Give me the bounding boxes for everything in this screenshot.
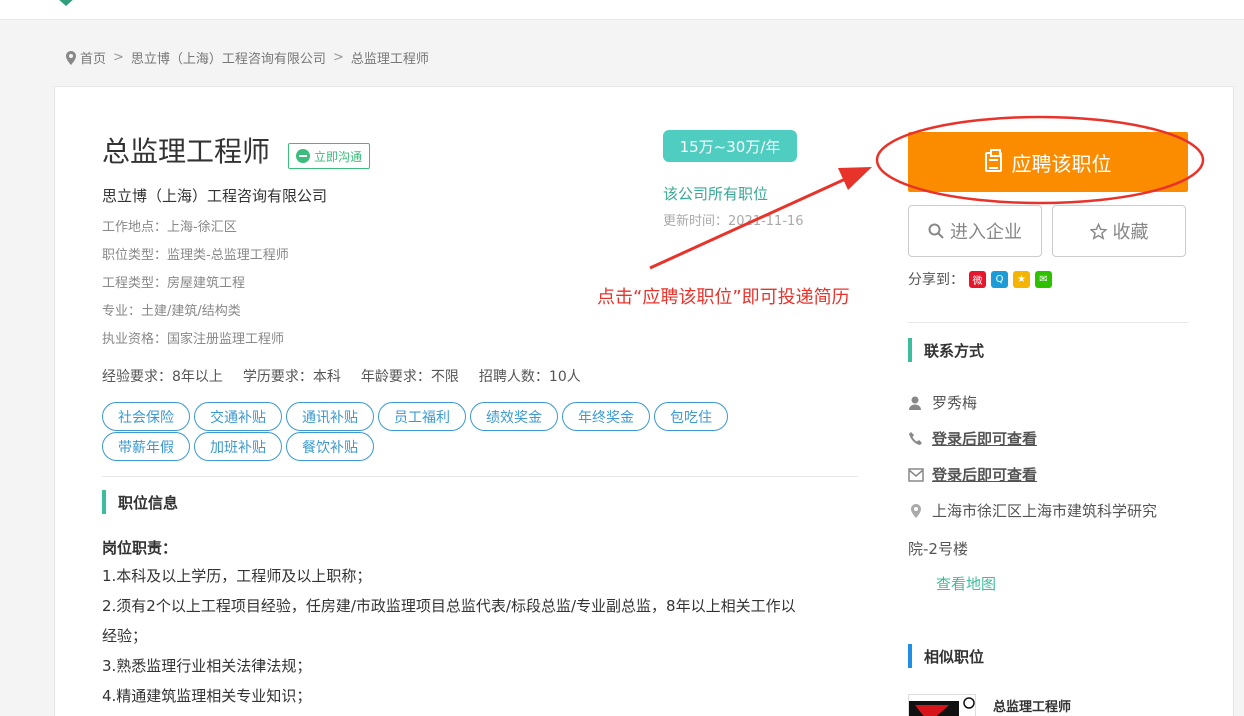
- contact-email-row: 登录后即可查看: [908, 464, 1037, 485]
- benefit-tag: 年终奖金: [562, 402, 650, 431]
- contact-person-row: 罗秀梅: [908, 392, 977, 413]
- location-pin-icon: [66, 50, 76, 65]
- qzone-share-icon[interactable]: ★: [1013, 270, 1030, 288]
- major: 专业：土建/建筑/结构类: [102, 304, 241, 319]
- headcount: 招聘人数：10人: [478, 369, 581, 385]
- heading-accent-bar: [908, 644, 912, 668]
- breadcrumb-company-link[interactable]: 思立博（上海）工程咨询有限公司: [131, 48, 326, 67]
- contact-address-row: 上海市徐汇区上海市建筑科学研究: [908, 500, 1157, 521]
- contact-person-name: 罗秀梅: [932, 394, 978, 412]
- similar-job-company-logo[interactable]: [908, 694, 976, 716]
- contact-phone-row: 登录后即可查看: [908, 428, 1037, 449]
- duty-title: 岗位职责：: [102, 539, 178, 557]
- job-category: 职位类型：监理类-总监理工程师: [102, 248, 289, 263]
- duty-line: 4.精通建筑监理相关专业知识；: [102, 687, 312, 705]
- position-info-heading: 职位信息: [102, 490, 178, 514]
- salary-badge: 15万~30万/年: [663, 130, 797, 162]
- experience-requirement: 经验要求：8年以上: [102, 369, 223, 385]
- apply-job-label: 应聘该职位: [1011, 151, 1112, 176]
- sidebar-divider: [908, 322, 1188, 323]
- duty-line: 3.熟悉监理行业相关法律法规；: [102, 657, 312, 675]
- similar-job-title-link[interactable]: 总监理工程师: [993, 696, 1071, 715]
- breadcrumb: 首页 > 思立博（上海）工程咨询有限公司 > 总监理工程师: [66, 48, 429, 67]
- benefit-tag: 加班补贴: [194, 432, 282, 461]
- benefit-tag: 绩效奖金: [470, 402, 558, 431]
- star-outline-icon: [1089, 222, 1107, 240]
- view-map-link[interactable]: 查看地图: [936, 573, 996, 594]
- contact-heading-label: 联系方式: [924, 341, 985, 360]
- work-location: 工作地点：上海-徐汇区: [102, 220, 237, 235]
- search-icon: [928, 223, 944, 239]
- enter-company-label: 进入企业: [950, 222, 1022, 243]
- duty-line: 2.须有2个以上工程项目经验，任房建/市政监理项目总监代表/标段总监/专业副总监…: [102, 597, 796, 615]
- annotation-text: 点击“应聘该职位”即可投递简历: [597, 287, 850, 308]
- chat-now-button[interactable]: 立即沟通: [288, 143, 371, 169]
- benefit-tag: 餐饮补贴: [286, 432, 374, 461]
- heading-accent-bar: [102, 490, 106, 514]
- top-header: [0, 0, 1244, 20]
- chat-bubble-icon: [296, 149, 310, 163]
- benefit-tag: 包吃住: [654, 402, 728, 431]
- site-logo-icon[interactable]: [48, 0, 84, 8]
- breadcrumb-current: 总监理工程师: [350, 52, 429, 67]
- qualification: 执业资格：国家注册监理工程师: [102, 332, 285, 347]
- position-info-heading-label: 职位信息: [118, 493, 179, 512]
- location-pin-icon: [911, 503, 921, 518]
- benefit-tag: 交通补贴: [194, 402, 282, 431]
- heading-accent-bar: [908, 338, 912, 362]
- benefit-tag: 带薪年假: [102, 432, 190, 461]
- favorite-label: 收藏: [1112, 222, 1149, 243]
- duty-line: 1.本科及以上学历，工程师及以上职称；: [102, 567, 372, 585]
- benefit-tag: 社会保险: [102, 402, 190, 431]
- update-time: 更新时间：2021-11-16: [663, 214, 804, 229]
- weibo-share-icon[interactable]: 微: [969, 270, 986, 288]
- breadcrumb-home-link[interactable]: 首页: [80, 48, 106, 67]
- education-requirement: 学历要求：本科: [242, 369, 341, 385]
- clipboard-icon: [984, 149, 1002, 172]
- benefit-tag: 员工福利: [378, 402, 466, 431]
- company-logo-icon: [909, 697, 975, 716]
- breadcrumb-separator: >: [332, 50, 344, 65]
- email-icon: [908, 467, 924, 482]
- duty-line: 经验；: [102, 627, 148, 645]
- qq-share-icon[interactable]: Q: [991, 270, 1008, 288]
- benefit-tags: 社会保险 交通补贴 通讯补贴 员工福利 绩效奖金 年终奖金 包吃住 带薪年假 加…: [102, 402, 782, 462]
- phone-icon: [909, 431, 922, 445]
- breadcrumb-separator: >: [113, 50, 124, 65]
- apply-job-button[interactable]: 应聘该职位: [908, 132, 1188, 192]
- favorite-button[interactable]: 收藏: [1052, 205, 1186, 257]
- chat-now-label: 立即沟通: [314, 149, 363, 164]
- company-name: 思立博（上海）工程咨询有限公司: [102, 187, 328, 205]
- age-requirement: 年龄要求：不限: [360, 369, 459, 385]
- similar-jobs-heading-label: 相似职位: [924, 647, 985, 666]
- enter-company-button[interactable]: 进入企业: [908, 205, 1042, 257]
- company-address-line1: 上海市徐汇区上海市建筑科学研究: [932, 502, 1158, 520]
- project-type: 工程类型：房屋建筑工程: [102, 276, 246, 291]
- email-login-to-view-link[interactable]: 登录后即可查看: [932, 464, 1037, 485]
- similar-jobs-heading: 相似职位: [908, 644, 984, 668]
- contact-heading: 联系方式: [908, 338, 984, 362]
- share-bar: 分享到： 微 Q ★ ✉: [908, 269, 1052, 289]
- job-title: 总监理工程师: [102, 135, 271, 168]
- share-label: 分享到：: [908, 272, 964, 288]
- section-divider: [102, 476, 858, 477]
- benefit-tag: 通讯补贴: [286, 402, 374, 431]
- phone-login-to-view-link[interactable]: 登录后即可查看: [932, 428, 1037, 449]
- user-icon: [909, 396, 921, 410]
- wechat-share-icon[interactable]: ✉: [1035, 270, 1052, 288]
- company-all-jobs-link[interactable]: 该公司所有职位: [663, 183, 768, 204]
- requirements-line: 经验要求：8年以上 学历要求：本科 年龄要求：不限 招聘人数：10人: [102, 366, 581, 386]
- company-address-line2: 院-2号楼: [908, 540, 968, 558]
